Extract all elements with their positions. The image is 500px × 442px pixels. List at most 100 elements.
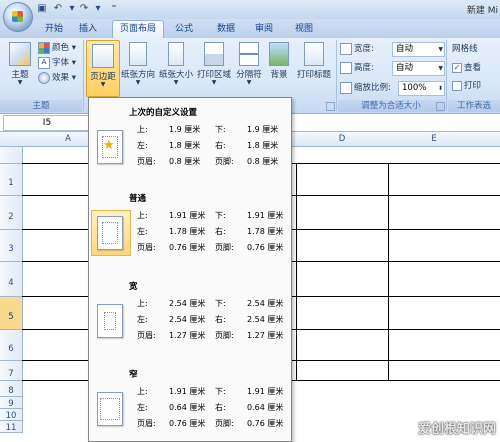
margin-option-normal[interactable]: 普通 上: 1.91 厘米 下: 1.91 厘米 左: 1.78 厘米 右: 1…: [89, 188, 291, 268]
gridlines-print-checkbox[interactable]: 打印: [452, 79, 481, 93]
width-label-row: 宽度:: [340, 42, 374, 56]
column-header-e[interactable]: E: [388, 132, 481, 147]
spinner-arrows-icon: ⬍: [437, 85, 443, 92]
row-header-2[interactable]: 2: [0, 196, 23, 230]
width-select[interactable]: 自动 ▼: [392, 42, 445, 57]
tab-insert[interactable]: 插入: [74, 21, 102, 38]
margins-button[interactable]: 页边距 ▼: [86, 40, 120, 97]
print-titles-icon: [304, 42, 324, 66]
top-value: 2.54 厘米: [169, 299, 206, 308]
bottom-value: 1.91 厘米: [247, 211, 284, 220]
tab-view[interactable]: 视图: [290, 21, 318, 38]
row-header-10[interactable]: 10: [0, 409, 23, 421]
scale-group-label: 调整为合适大小: [338, 100, 444, 112]
footer-label: 页脚:: [215, 331, 234, 340]
margin-option-narrow[interactable]: 窄 上: 1.91 厘米 下: 1.91 厘米 左: 0.64 厘米 右: 0.…: [89, 364, 291, 440]
height-select[interactable]: 自动 ▼: [392, 61, 445, 76]
height-value: 自动: [396, 63, 414, 73]
tab-data[interactable]: 数据: [212, 21, 240, 38]
row-header-blank[interactable]: [0, 147, 23, 164]
redo-icon[interactable]: ↷: [78, 3, 90, 15]
gridlines-view-checkbox[interactable]: ✓ 查看: [452, 61, 481, 75]
effects-button[interactable]: 效果 ▾: [38, 71, 76, 85]
tab-review[interactable]: 审阅: [250, 21, 278, 38]
tab-page-layout[interactable]: 页面布局: [112, 20, 164, 39]
cell-border: [388, 163, 389, 380]
page-margin-icon: [97, 392, 123, 426]
left-label: 左:: [137, 227, 148, 236]
header-label: 页眉:: [137, 331, 156, 340]
bottom-value: 1.9 厘米: [247, 125, 279, 134]
colors-button[interactable]: 颜色 ▾: [38, 41, 76, 55]
fonts-label: 字体: [52, 58, 70, 68]
row-header-11[interactable]: 11: [0, 421, 23, 433]
margin-option-wide[interactable]: 宽 上: 2.54 厘米 下: 2.54 厘米 左: 2.54 厘米 右: 2.…: [89, 276, 291, 356]
star-icon: ★: [103, 138, 115, 153]
customize-quick-access-icon[interactable]: ⁼: [108, 3, 120, 15]
save-icon[interactable]: ▣: [36, 3, 48, 15]
watermark: 爱创根知识网: [417, 422, 496, 437]
office-button[interactable]: [3, 2, 33, 32]
background-label: 背景: [270, 70, 288, 80]
row-header-9[interactable]: 9: [0, 397, 23, 409]
width-value: 自动: [396, 44, 414, 54]
row-header-5[interactable]: 5: [0, 297, 23, 330]
print-area-icon: [204, 42, 224, 66]
top-value: 1.91 厘米: [169, 387, 206, 396]
margins-dropdown-menu: 上次的自定义设置 ★ 上: 1.9 厘米 下: 1.9 厘米 左: 1.8 厘米…: [88, 97, 292, 442]
group-separator: [446, 40, 447, 111]
tab-home[interactable]: 开始: [40, 21, 68, 38]
top-value: 1.91 厘米: [169, 211, 206, 220]
footer-label: 页脚:: [215, 243, 234, 252]
page-margin-icon: [97, 304, 123, 338]
row-header-3[interactable]: 3: [0, 230, 23, 262]
scale-spinner[interactable]: 100% ⬍: [398, 81, 445, 96]
row-header-6[interactable]: 6: [0, 330, 23, 361]
right-label: 右:: [215, 403, 226, 412]
row-header-4[interactable]: 4: [0, 262, 23, 297]
breaks-button[interactable]: 分隔符 ▼: [234, 42, 264, 92]
theme-group-label: 主题: [0, 100, 82, 112]
column-header-d[interactable]: D: [296, 132, 389, 147]
page-setup-dialog-launcher-icon[interactable]: [326, 102, 335, 111]
undo-icon[interactable]: ↶: [52, 3, 64, 15]
column-header-f[interactable]: [480, 132, 500, 147]
orientation-button[interactable]: 纸张方向 ▼: [120, 42, 156, 92]
title-bar: ▣ ↶ ▾ ↷ ▾ ⁼ 新建 Mi: [0, 0, 500, 32]
print-titles-button[interactable]: 打印标题: [294, 42, 334, 92]
row-header-1[interactable]: 1: [0, 164, 23, 196]
background-button[interactable]: 背景: [266, 42, 292, 92]
right-value: 2.54 厘米: [247, 315, 284, 324]
background-icon: [269, 42, 289, 66]
right-label: 右:: [215, 227, 226, 236]
right-label: 右:: [215, 315, 226, 324]
name-box[interactable]: I5: [3, 115, 91, 131]
redo-dropdown-icon[interactable]: ▾: [92, 3, 104, 15]
scale-label-row: 缩放比例:: [340, 81, 391, 95]
left-value: 1.8 厘米: [169, 141, 201, 150]
scale-dialog-launcher-icon[interactable]: [436, 102, 445, 111]
chevron-down-icon: ▼: [438, 46, 443, 53]
right-value: 1.8 厘米: [247, 141, 279, 150]
margin-option-title: 普通: [129, 194, 147, 204]
chevron-down-icon: ▼: [100, 81, 106, 88]
bottom-label: 下:: [215, 125, 226, 134]
footer-value: 0.76 厘米: [247, 419, 284, 428]
tab-formulas[interactable]: 公式: [170, 21, 198, 38]
left-value: 2.54 厘米: [169, 315, 206, 324]
header-label: 页眉:: [137, 419, 156, 428]
fonts-button[interactable]: A 字体 ▾: [38, 56, 76, 70]
themes-button[interactable]: 主题 ▼: [4, 42, 36, 92]
row-header-8[interactable]: 8: [0, 381, 23, 397]
row-header-7[interactable]: 7: [0, 361, 23, 381]
right-value: 1.78 厘米: [247, 227, 284, 236]
select-all-corner[interactable]: [0, 132, 23, 147]
margin-option-last-custom[interactable]: 上次的自定义设置 ★ 上: 1.9 厘米 下: 1.9 厘米 左: 1.8 厘米…: [89, 102, 291, 182]
top-label: 上:: [137, 125, 148, 134]
size-button[interactable]: 纸张大小 ▼: [158, 42, 194, 92]
group-separator: [336, 40, 337, 111]
margin-option-title: 窄: [129, 370, 138, 380]
print-area-button[interactable]: 打印区域 ▼: [196, 42, 232, 92]
cell-border: [296, 163, 297, 380]
undo-dropdown-icon[interactable]: ▾: [66, 3, 78, 15]
